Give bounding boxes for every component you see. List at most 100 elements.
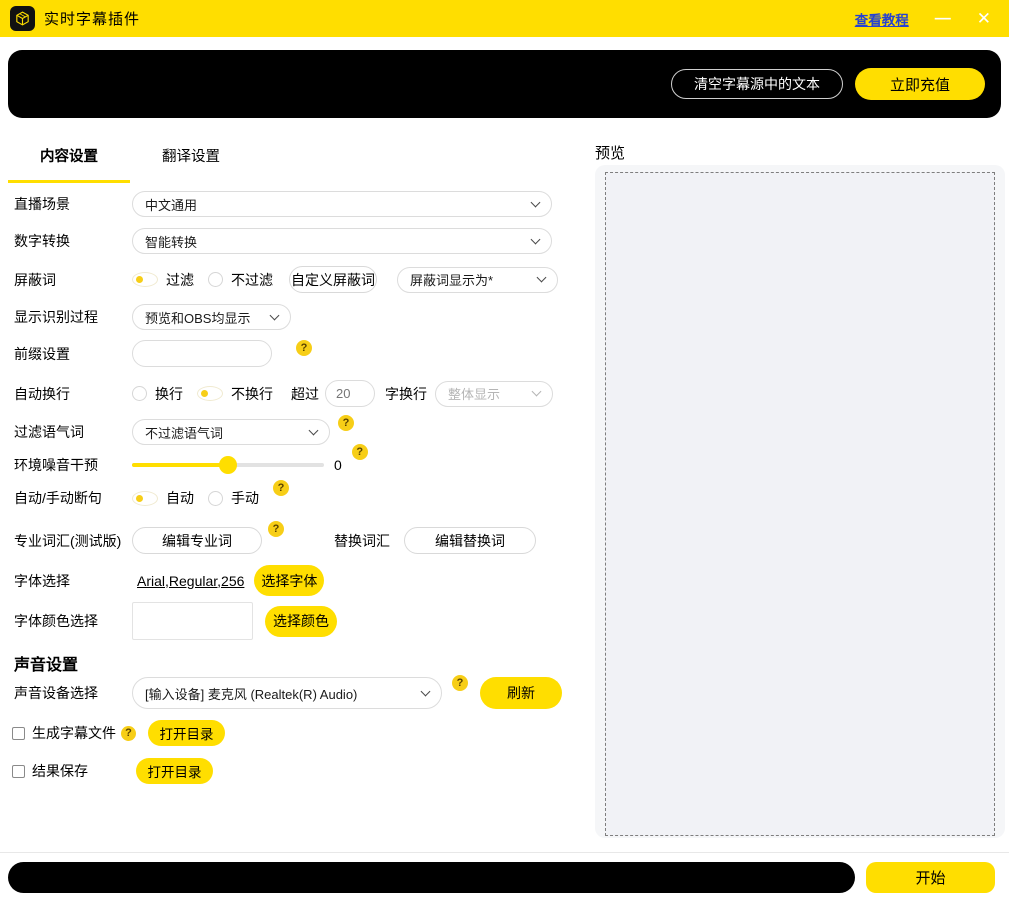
pro-words-label: 专业词汇(测试版) [14, 531, 132, 551]
noise-slider-fill [132, 463, 228, 467]
radio-manual[interactable] [208, 491, 223, 506]
font-select-label: 字体选择 [14, 571, 132, 591]
radio-no-filter-label: 不过滤 [231, 270, 273, 290]
sound-device-help-icon[interactable]: ? [452, 675, 468, 691]
radio-filter[interactable] [132, 272, 158, 287]
radio-no-filter[interactable] [208, 272, 223, 287]
radio-auto[interactable] [132, 491, 158, 506]
choose-color-button[interactable]: 选择颜色 [265, 606, 337, 637]
blocked-words-label: 屏蔽词 [14, 270, 132, 290]
row-live-scene: 直播场景 中文通用 [14, 191, 552, 217]
radio-no-wrap[interactable] [197, 386, 223, 401]
current-font-link[interactable]: Arial,Regular,256 [137, 573, 244, 589]
sound-device-label: 声音设备选择 [14, 683, 132, 703]
blocked-words-display-select[interactable]: 屏蔽词显示为* [397, 267, 558, 293]
live-scene-select[interactable]: 中文通用 [132, 191, 552, 217]
wrap-suffix-label: 字换行 [385, 384, 427, 404]
radio-wrap[interactable] [132, 386, 147, 401]
tutorial-link[interactable]: 查看教程 [855, 9, 909, 29]
auto-wrap-label: 自动换行 [14, 384, 132, 404]
choose-font-button[interactable]: 选择字体 [254, 565, 324, 596]
prefix-label: 前缀设置 [14, 344, 132, 364]
open-subtitle-dir-button[interactable]: 打开目录 [148, 720, 225, 746]
app-title: 实时字幕插件 [44, 8, 140, 29]
row-prefix: 前缀设置 ? [14, 340, 312, 367]
tab-content-settings[interactable]: 内容设置 [8, 145, 130, 183]
exceed-label: 超过 [291, 384, 319, 404]
noise-slider-thumb[interactable] [219, 456, 237, 474]
sentence-break-help-icon[interactable]: ? [273, 480, 289, 496]
status-bar [8, 862, 855, 893]
start-button[interactable]: 开始 [866, 862, 995, 893]
font-color-input[interactable] [132, 602, 253, 640]
radio-manual-label: 手动 [231, 488, 259, 508]
edit-pro-words-button[interactable]: 编辑专业词 [132, 527, 262, 554]
row-filler-words: 过滤语气词 不过滤语气词 ? [14, 419, 354, 445]
noise-value: 0 [334, 457, 342, 473]
row-font-select: 字体选择 Arial,Regular,256 选择字体 [14, 565, 324, 596]
prefix-help-icon[interactable]: ? [296, 340, 312, 356]
chevron-down-icon [309, 425, 319, 435]
noise-label: 环境噪音干预 [14, 455, 132, 475]
filler-words-label: 过滤语气词 [14, 422, 132, 442]
row-sound-device: 声音设备选择 [输入设备] 麦克风 (Realtek(R) Audio) ? 刷… [14, 677, 562, 709]
subtitle-file-checkbox[interactable] [12, 727, 25, 740]
sound-device-value: [输入设备] 麦克风 (Realtek(R) Audio) [145, 684, 357, 703]
footer-divider [0, 852, 1009, 853]
chevron-down-icon [532, 387, 542, 397]
display-mode-value: 整体显示 [448, 384, 500, 403]
row-font-color: 字体颜色选择 选择颜色 [14, 602, 337, 640]
exceed-count-input[interactable] [325, 380, 375, 407]
title-bar: 实时字幕插件 查看教程 — ✕ [0, 0, 1009, 37]
preview-title: 预览 [595, 142, 625, 163]
top-banner: 清空字幕源中的文本 立即充值 [8, 50, 1001, 118]
row-auto-wrap: 自动换行 换行 不换行 超过 字换行 整体显示 [14, 380, 553, 407]
filler-words-select[interactable]: 不过滤语气词 [132, 419, 330, 445]
chevron-down-icon [531, 197, 541, 207]
tab-translate-settings[interactable]: 翻译设置 [130, 145, 252, 183]
row-noise: 环境噪音干预 0 ? [14, 452, 368, 478]
noise-help-icon[interactable]: ? [352, 444, 368, 460]
live-scene-label: 直播场景 [14, 194, 132, 214]
preview-area [605, 172, 995, 836]
radio-wrap-label: 换行 [155, 384, 183, 404]
filler-words-help-icon[interactable]: ? [338, 415, 354, 431]
row-subtitle-file: 生成字幕文件 ? 打开目录 [12, 720, 225, 746]
font-color-label: 字体颜色选择 [14, 611, 132, 631]
chevron-down-icon [531, 234, 541, 244]
result-save-checkbox[interactable] [12, 765, 25, 778]
display-mode-select[interactable]: 整体显示 [435, 381, 553, 407]
radio-filter-label: 过滤 [166, 270, 194, 290]
settings-tabs: 内容设置 翻译设置 [8, 145, 252, 183]
clear-subtitle-source-button[interactable]: 清空字幕源中的文本 [671, 69, 843, 99]
show-process-select[interactable]: 预览和OBS均显示 [132, 304, 291, 330]
pro-words-help-icon[interactable]: ? [268, 521, 284, 537]
number-convert-label: 数字转换 [14, 231, 132, 251]
sentence-break-label: 自动/手动断句 [14, 488, 132, 508]
row-pro-words: 专业词汇(测试版) 编辑专业词 ? 替换词汇 编辑替换词 [14, 527, 536, 554]
open-result-dir-button[interactable]: 打开目录 [136, 758, 213, 784]
sound-device-select[interactable]: [输入设备] 麦克风 (Realtek(R) Audio) [132, 677, 442, 709]
blocked-words-display-value: 屏蔽词显示为* [410, 270, 493, 289]
row-sentence-break: 自动/手动断句 自动 手动 ? [14, 488, 289, 508]
chevron-down-icon [537, 273, 547, 283]
close-button[interactable]: ✕ [977, 10, 991, 27]
row-number-convert: 数字转换 智能转换 [14, 228, 552, 254]
number-convert-select[interactable]: 智能转换 [132, 228, 552, 254]
noise-slider[interactable] [132, 463, 324, 467]
refresh-button[interactable]: 刷新 [480, 677, 562, 709]
edit-replace-words-button[interactable]: 编辑替换词 [404, 527, 536, 554]
subtitle-file-help-icon[interactable]: ? [121, 726, 136, 741]
replace-words-label: 替换词汇 [334, 531, 390, 551]
chevron-down-icon [421, 686, 431, 696]
radio-auto-label: 自动 [166, 488, 194, 508]
sound-section-title: 声音设置 [14, 651, 78, 675]
prefix-input[interactable] [132, 340, 272, 367]
custom-blocked-words-button[interactable]: 自定义屏蔽词 [289, 266, 377, 293]
minimize-button[interactable]: — [935, 11, 951, 27]
recharge-button[interactable]: 立即充值 [855, 68, 985, 100]
show-process-value: 预览和OBS均显示 [145, 308, 250, 327]
row-show-process: 显示识别过程 预览和OBS均显示 [14, 304, 291, 330]
radio-no-wrap-label: 不换行 [231, 384, 273, 404]
subtitle-file-label: 生成字幕文件 [32, 723, 116, 743]
